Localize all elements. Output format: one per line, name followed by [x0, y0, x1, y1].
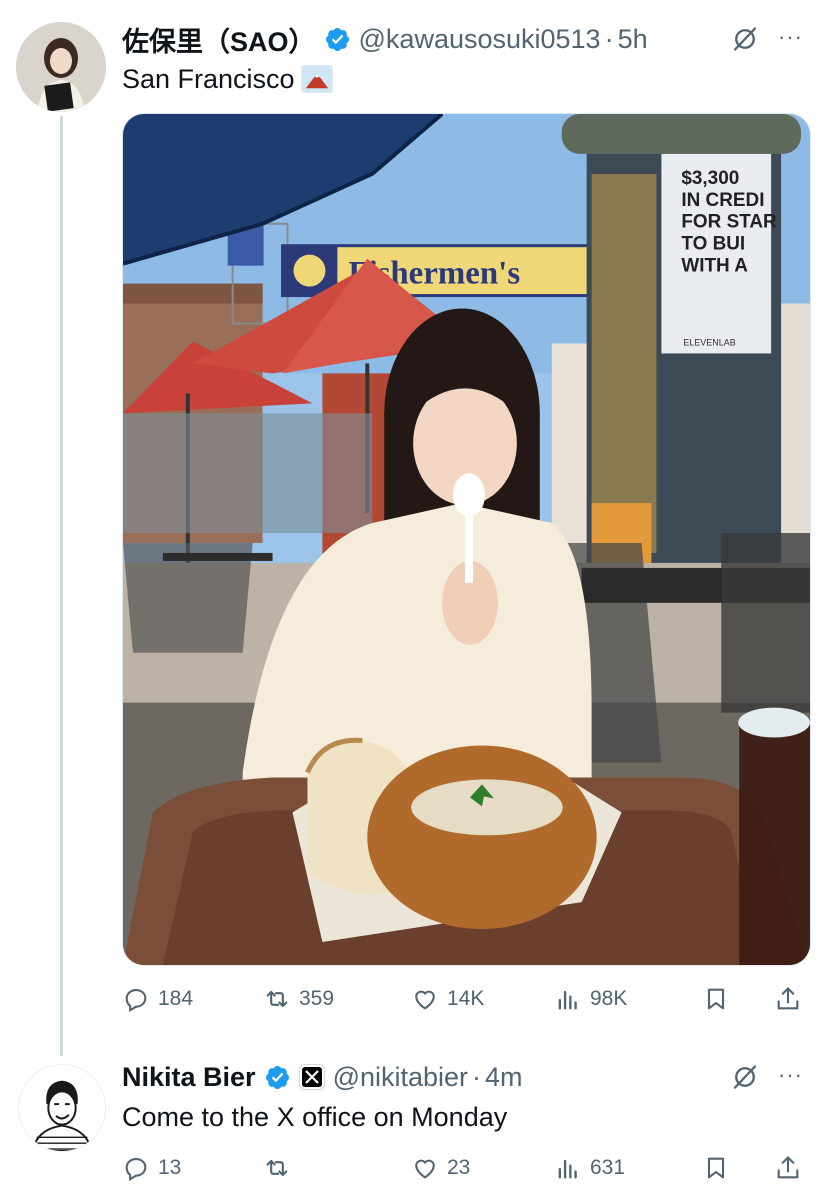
views-count: 98K [590, 987, 628, 1010]
handle[interactable]: @nikitabier [333, 1062, 468, 1093]
kiosk-small-text: ELEVENLAB [683, 337, 735, 347]
separator-dot: · [604, 23, 614, 54]
like-count: 23 [447, 1156, 471, 1179]
more-icon[interactable]: ··· [778, 24, 803, 50]
tweet-text: Come to the X office on Monday [122, 1099, 507, 1135]
bookmark-icon [707, 1157, 725, 1179]
more-icon[interactable]: ··· [778, 1062, 803, 1088]
display-name[interactable]: Nikita Bier [122, 1062, 256, 1093]
reply-button[interactable]: 184 [122, 979, 193, 1019]
reply-count: 13 [158, 1156, 182, 1179]
tweet-header: 佐保里（SAO） @kawausosuki0513 · 5h [122, 20, 648, 58]
bookmark-button[interactable] [702, 979, 730, 1019]
like-button[interactable]: 14K [411, 979, 484, 1019]
tweet-photo[interactable]: Fishermen's $3,300 IN CREDI FOR STAR TO … [122, 113, 811, 966]
kiosk-line-1: $3,300 [681, 168, 739, 189]
like-count: 14K [447, 987, 485, 1010]
reply-count: 184 [158, 987, 194, 1010]
tweet-text-content: San Francisco [122, 63, 295, 94]
tweet-text-content: Come to the X office on Monday [122, 1101, 508, 1132]
views-icon [558, 990, 577, 1010]
share-icon [777, 987, 799, 1010]
tweet-actions: 13 23 631 [122, 1148, 812, 1188]
repost-button[interactable]: 359 [263, 979, 334, 1019]
display-name[interactable]: 佐保里（SAO） [122, 20, 316, 59]
separator-dot: · [472, 1061, 482, 1092]
repost-button[interactable] [263, 1148, 299, 1188]
share-button[interactable] [774, 1148, 802, 1188]
views-icon [558, 1159, 577, 1179]
bookmark-icon [707, 988, 725, 1010]
tweet-header: Nikita Bier @nikitabier · 4m [122, 1058, 523, 1096]
kiosk-line-5: WITH A [681, 256, 748, 277]
kiosk-line-4: TO BUI [681, 234, 745, 255]
kiosk-line-3: FOR STAR [681, 212, 777, 233]
timestamp[interactable]: 5h [618, 24, 648, 55]
grok-icon[interactable] [731, 1063, 759, 1091]
share-icon [777, 1156, 799, 1179]
author-avatar[interactable] [16, 22, 106, 112]
repost-count: 359 [299, 987, 335, 1010]
reply-button[interactable]: 13 [122, 1148, 181, 1188]
reply-icon [125, 1157, 147, 1182]
kiosk-line-2: IN CREDI [681, 190, 764, 211]
tweet-text: San Francisco [122, 61, 333, 97]
verified-badge-icon[interactable] [324, 26, 351, 53]
views-button[interactable]: 631 [554, 1148, 625, 1188]
timestamp[interactable]: 4m [485, 1062, 523, 1093]
thread-connector-line [60, 116, 63, 1056]
like-button[interactable]: 23 [411, 1148, 470, 1188]
like-icon [415, 990, 435, 1010]
verified-badge-icon[interactable] [264, 1064, 291, 1091]
like-icon [415, 1159, 435, 1179]
mountain-emoji-icon [300, 65, 333, 93]
views-count: 631 [590, 1156, 626, 1179]
tweet-actions: 184 359 14K 98K [122, 979, 812, 1019]
repost-icon [266, 990, 288, 1008]
bookmark-button[interactable] [702, 1148, 730, 1188]
handle[interactable]: @kawausosuki0513 [359, 24, 601, 55]
share-button[interactable] [774, 979, 802, 1019]
x-affiliate-badge-icon[interactable] [298, 1064, 325, 1090]
reply-icon [125, 988, 147, 1013]
grok-icon[interactable] [731, 25, 759, 53]
views-button[interactable]: 98K [554, 979, 627, 1019]
repost-icon [266, 1159, 288, 1177]
author-avatar[interactable] [18, 1064, 106, 1152]
